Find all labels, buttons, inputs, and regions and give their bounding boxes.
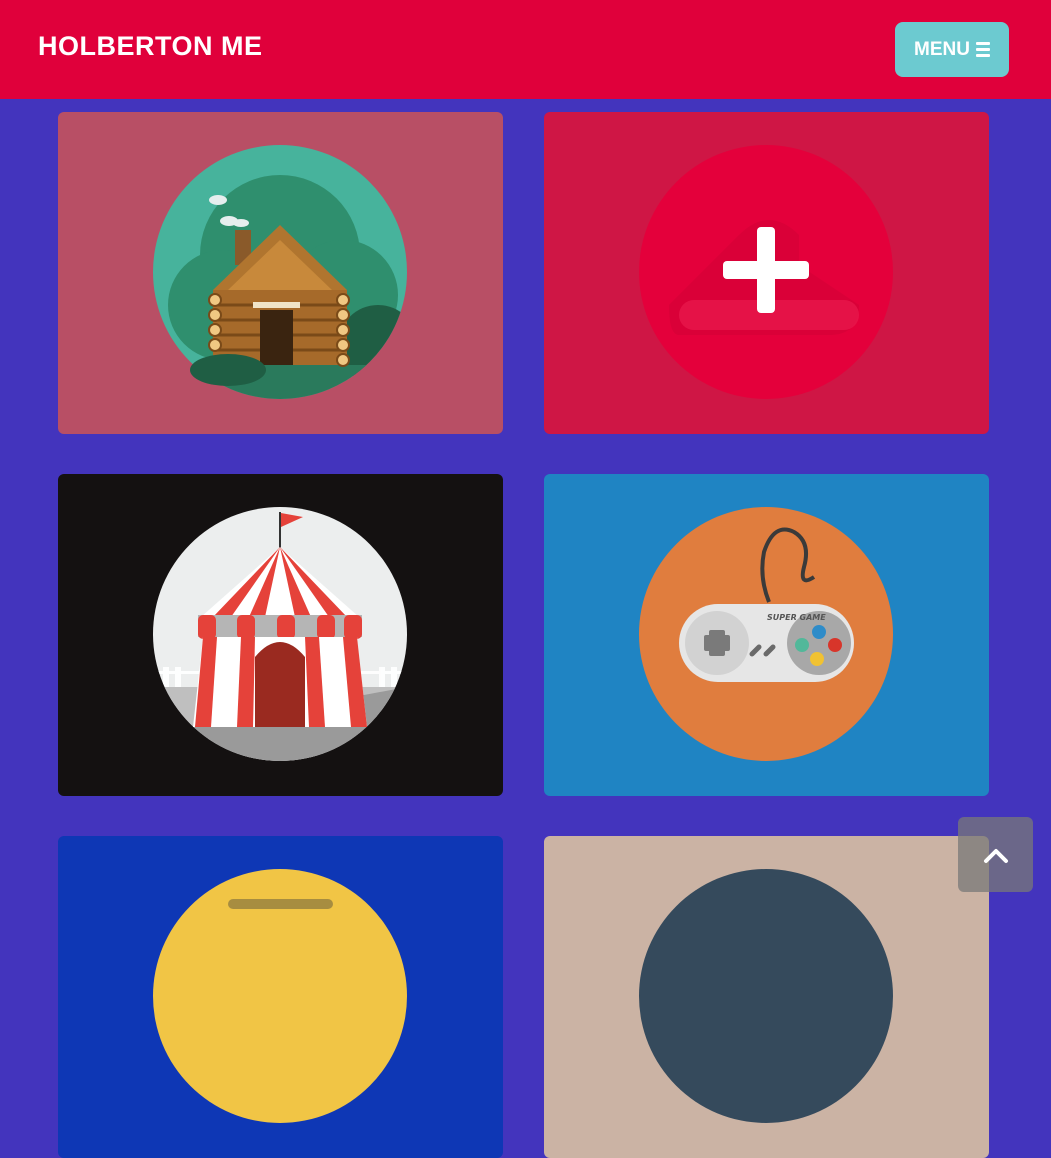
portfolio-card-cabin[interactable] [58,112,503,434]
circus-tent-icon [153,507,407,761]
navbar: HOLBERTON ME MENU [0,0,1051,99]
portfolio-card-game[interactable]: SUPER GAME [544,474,989,796]
chevron-up-icon [983,848,1008,863]
controller-text: SUPER GAME [767,613,826,622]
scroll-to-top-button[interactable] [958,817,1033,892]
yellow-circle-icon [153,869,407,1123]
menu-label: MENU [914,38,970,60]
add-plus-icon [639,145,893,399]
menu-button[interactable]: MENU [895,22,1009,77]
portfolio-card-6[interactable] [544,836,989,1158]
portfolio-card-circus[interactable] [58,474,503,796]
brand-title[interactable]: HOLBERTON ME [38,31,263,62]
log-cabin-icon [153,145,407,399]
dark-circle-icon [639,869,893,1123]
game-controller-icon: SUPER GAME [639,507,893,761]
portfolio-card-add[interactable] [544,112,989,434]
bars-icon [975,42,990,57]
portfolio-card-5[interactable] [58,836,503,1158]
